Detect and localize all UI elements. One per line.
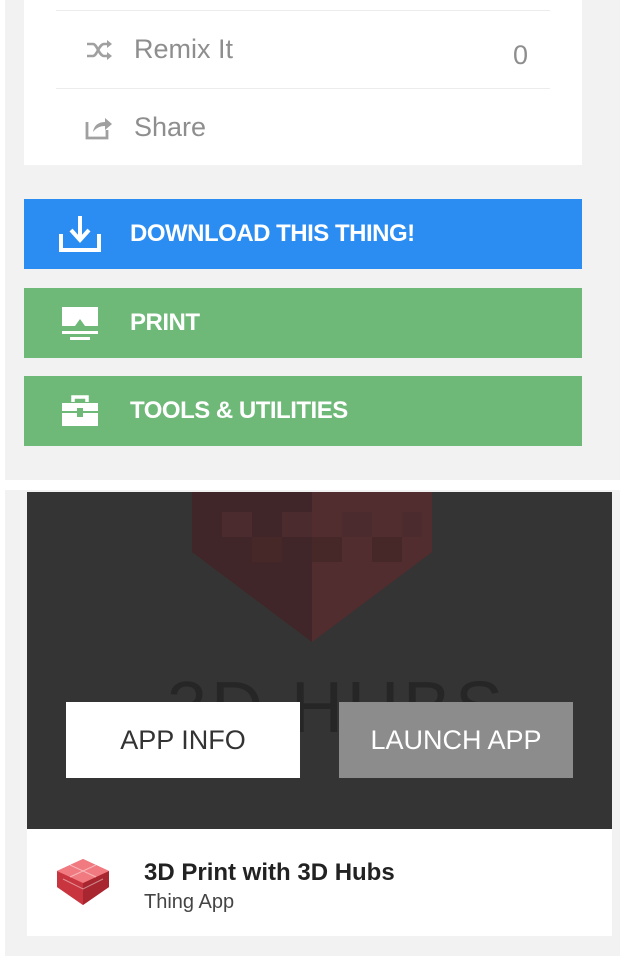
download-icon [50,214,110,254]
app-card: 3D HUBS APP INFO LAUNCH APP 3D Print wit… [27,492,612,936]
toolbox-icon [50,394,110,428]
app-meta: 3D Print with 3D Hubs Thing App [27,829,612,936]
3d-hubs-cube-logo [192,492,432,642]
tools-utilities-button[interactable]: TOOLS & UTILITIES [24,376,582,446]
app-info-button[interactable]: APP INFO [66,702,300,778]
launch-app-button[interactable]: LAUNCH APP [339,702,573,778]
remix-it-action[interactable]: Remix It 0 [56,11,550,89]
share-action[interactable]: Share [56,89,550,165]
download-button[interactable]: DOWNLOAD THIS THING! [24,199,582,269]
app-hero: 3D HUBS APP INFO LAUNCH APP [27,492,612,829]
app-title[interactable]: 3D Print with 3D Hubs [144,859,395,887]
thing-actions-card: Remix It 0 Share [24,0,582,165]
share-label: Share [134,111,207,142]
remix-it-label: Remix It [134,34,234,64]
shuffle-icon [82,33,116,67]
download-label: DOWNLOAD THIS THING! [130,220,415,247]
app-type-label: Thing App [144,891,235,913]
3d-hubs-app-icon[interactable] [55,857,111,907]
share-icon [82,110,116,144]
printer-icon [50,305,110,341]
print-button[interactable]: PRINT [24,288,582,358]
tools-utilities-label: TOOLS & UTILITIES [130,397,348,424]
remix-count: 0 [512,40,528,70]
print-label: PRINT [130,309,200,336]
